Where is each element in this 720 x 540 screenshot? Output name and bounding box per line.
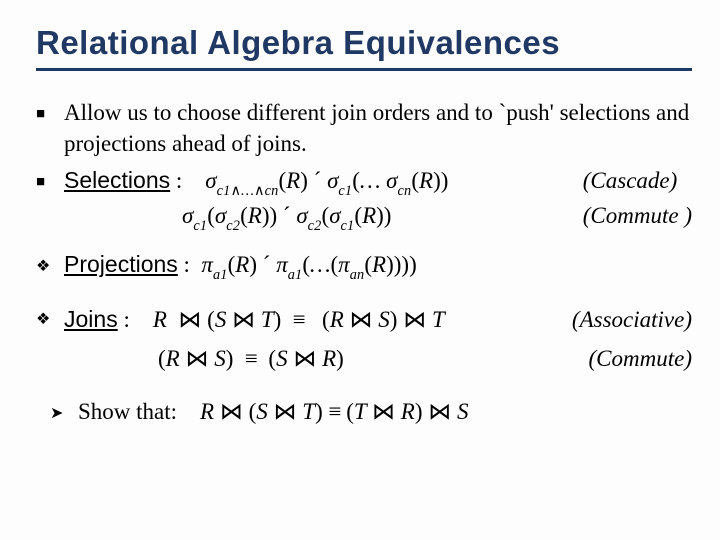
triangle-bullet-icon [50,396,78,427]
diamond-bullet-icon [36,249,64,280]
selections-colon: : [170,168,182,193]
joins-content: Joins : R ⋈ (S ⋈ T) ≡ (R ⋈ S) ⋈ T (Assoc… [64,302,692,382]
selections-commute-formula: σc1(σc2(R)) ´ σc2(σc1(R)) [182,203,391,228]
page-title: Relational Algebra Equivalences [36,24,692,62]
square-bullet-icon [36,165,64,196]
joins-commute-note: (Commute) [589,343,692,374]
show-that-formula: R ⋈ (S ⋈ T) ≡ (T ⋈ R) ⋈ S [200,399,468,424]
joins-assoc-formula: R ⋈ (S ⋈ T) ≡ (R ⋈ S) ⋈ T [153,307,445,332]
selections-content: Selections : σc1∧…∧cn(R) ´ σc1(… σcn(R))… [64,165,692,235]
joins-colon: : [118,307,130,332]
show-that-content: Show that: R ⋈ (S ⋈ T) ≡ (T ⋈ R) ⋈ S [78,396,692,427]
selections-commute-note: (Commute ) [583,200,692,231]
selections-cascade-formula: σc1∧…∧cn(R) ´ σc1(… σcn(R)) [205,168,448,193]
slide-body: Allow us to choose different join orders… [36,97,692,427]
assoc-note: (Associative) [572,304,692,335]
joins-commute-formula: (R ⋈ S) ≡ (S ⋈ R) [158,346,344,371]
slide: Relational Algebra Equivalences Allow us… [0,0,720,540]
joins-row: Joins : R ⋈ (S ⋈ T) ≡ (R ⋈ S) ⋈ T (Assoc… [36,302,692,382]
show-that-label: Show that: [78,399,177,424]
projections-colon: : [178,252,190,277]
show-that-row: Show that: R ⋈ (S ⋈ T) ≡ (T ⋈ R) ⋈ S [36,396,692,427]
projections-row: Projections : πa1(R) ´ πa1(…(πan(R)))) [36,249,692,284]
intro-row: Allow us to choose different join orders… [36,97,692,159]
square-bullet-icon [36,97,64,128]
projections-label: Projections [64,251,178,277]
selections-label: Selections [64,167,170,193]
intro-text: Allow us to choose different join orders… [64,97,692,159]
cascade-note: (Cascade) [583,165,692,196]
joins-label: Joins [64,306,118,332]
projections-formula: πa1(R) ´ πa1(…(πan(R)))) [201,252,416,277]
title-rule [36,68,692,71]
diamond-bullet-icon [36,302,64,333]
selections-row: Selections : σc1∧…∧cn(R) ´ σc1(… σcn(R))… [36,165,692,235]
projections-content: Projections : πa1(R) ´ πa1(…(πan(R)))) [64,249,692,284]
